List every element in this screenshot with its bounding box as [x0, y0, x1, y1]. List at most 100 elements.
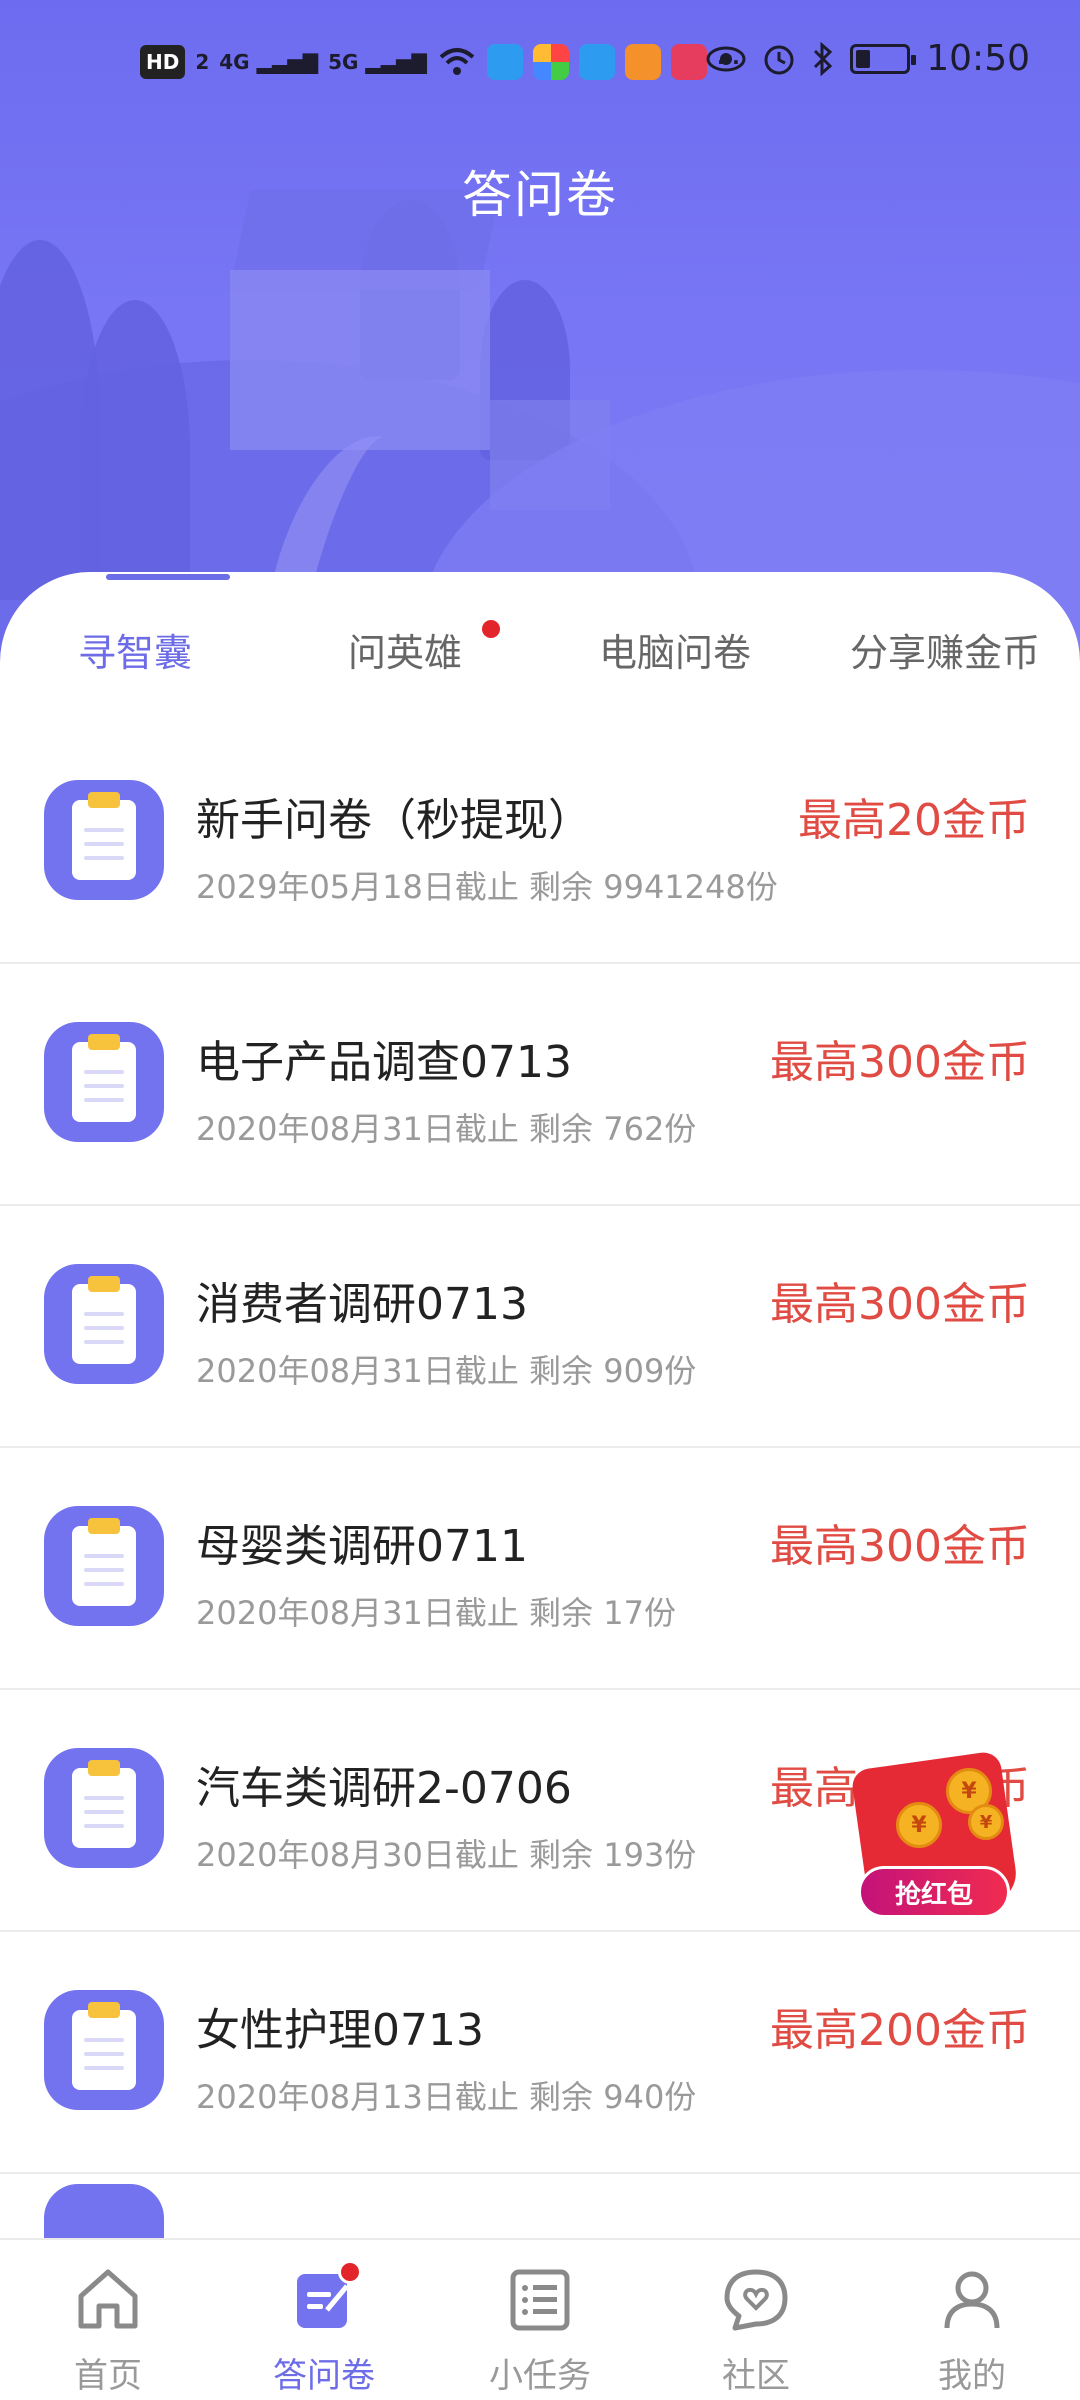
- clipboard-line: [84, 1810, 124, 1814]
- tab-label: 问英雄: [347, 631, 462, 675]
- clipboard-line: [84, 1568, 124, 1572]
- tab-label: 分享赚金币: [849, 631, 1040, 675]
- status-bar: HD 2 4G ▂▃▅▇ 5G ▂▃▅▇ ··· 10:50: [0, 0, 1080, 130]
- community-heart-icon: [724, 2269, 788, 2331]
- clipboard-line: [84, 1340, 124, 1344]
- clipboard-line: [84, 1824, 124, 1828]
- clipboard-line: [84, 1098, 124, 1102]
- alarm-icon: [764, 45, 794, 74]
- clipboard-paper: [72, 1526, 136, 1606]
- nav-tasks[interactable]: 小任务: [432, 2240, 648, 2400]
- bottom-navigation: 首页 答问卷 小任务 社区 我的: [0, 2238, 1080, 2400]
- signal-5g-icon: 5G ▂▃▅▇: [328, 50, 427, 74]
- clipboard-line: [84, 2038, 124, 2042]
- house-illustration: [230, 270, 490, 450]
- survey-list-item[interactable]: 电子产品调查0713 2020年08月31日截止 剩余 762份 最高300金币: [0, 964, 1080, 1206]
- clipboard-clip: [88, 1760, 120, 1776]
- survey-title: 电子产品调查0713: [196, 1037, 572, 1088]
- tab-label: 电脑问卷: [598, 631, 751, 675]
- nav-profile[interactable]: 我的: [864, 2240, 1080, 2400]
- tab-diannao-wenjuan[interactable]: 电脑问卷: [540, 572, 810, 692]
- eye-icon: [706, 46, 746, 71]
- survey-title: 消费者调研0713: [196, 1279, 528, 1330]
- survey-title: 新手问卷（秒提现）: [196, 795, 592, 846]
- status-time: 10:50: [926, 38, 1030, 79]
- clipboard-line: [84, 1070, 124, 1074]
- clipboard-line: [84, 2052, 124, 2056]
- nav-label: 首页: [74, 2356, 142, 2396]
- nav-label: 我的: [938, 2356, 1006, 2396]
- nav-label: 社区: [722, 2356, 790, 2396]
- battery-icon: [850, 43, 917, 74]
- tab-wenyingxiong[interactable]: 问英雄: [270, 572, 540, 692]
- app-notification-icon: [486, 44, 523, 80]
- bluetooth-icon: [814, 41, 833, 76]
- clipboard-line: [84, 828, 124, 832]
- nav-badge: [338, 2260, 362, 2284]
- clipboard-clip: [88, 2002, 120, 2018]
- survey-title: 女性护理0713: [196, 2005, 484, 2056]
- signal-4g-icon: 4G ▂▃▅▇: [219, 50, 319, 74]
- clipboard-clip: [88, 1276, 120, 1292]
- coin-icon: ¥: [968, 1804, 1004, 1840]
- clipboard-line: [84, 1312, 124, 1316]
- clipboard-paper: [72, 1042, 136, 1122]
- hd-indicator: HD: [140, 45, 186, 79]
- app-screen: HD 2 4G ▂▃▅▇ 5G ▂▃▅▇ ··· 10:50 答问卷: [0, 0, 1080, 2400]
- clipboard-icon: [44, 1990, 164, 2110]
- survey-list-item-partial[interactable]: [0, 2174, 1080, 2244]
- clipboard-icon: [44, 1264, 164, 1384]
- status-bar-right: 10:50: [706, 38, 1030, 79]
- nav-survey[interactable]: 答问卷: [216, 2240, 432, 2400]
- home-icon: [78, 2269, 138, 2329]
- clipboard-icon: [44, 1022, 164, 1142]
- survey-list-item[interactable]: 新手问卷（秒提现） 2029年05月18日截止 剩余 9941248份 最高20…: [0, 722, 1080, 964]
- survey-title: 汽车类调研2-0706: [196, 1763, 572, 1814]
- coin-icon: ¥: [896, 1802, 942, 1848]
- video-app-icon: [624, 44, 661, 80]
- survey-deadline-remaining: 2020年08月31日截止 剩余 909份: [196, 1352, 697, 1390]
- survey-title: 母婴类调研0711: [196, 1521, 528, 1572]
- red-packet-label: 抢红包: [858, 1866, 1010, 1918]
- clipboard-paper: [72, 1768, 136, 1848]
- profile-icon: [944, 2271, 1000, 2329]
- tab-label: 寻智囊: [77, 631, 192, 675]
- tab-xunzhinang[interactable]: 寻智囊: [0, 572, 270, 692]
- nav-community[interactable]: 社区: [648, 2240, 864, 2400]
- survey-reward: 最高300金币: [770, 1279, 1030, 1330]
- clipboard-paper: [72, 1284, 136, 1364]
- nav-label: 答问卷: [273, 2356, 375, 2396]
- clipboard-line: [84, 856, 124, 860]
- nav-label: 小任务: [489, 2356, 591, 2396]
- task-list-icon: [510, 2269, 570, 2331]
- clipboard-line: [84, 1796, 124, 1800]
- tab-new-badge: [482, 620, 500, 638]
- app-notification-icon: [670, 44, 707, 80]
- category-tabs: 寻智囊 问英雄 电脑问卷 分享赚金币: [0, 572, 1080, 692]
- clipboard-icon: [44, 1748, 164, 1868]
- survey-deadline-remaining: 2020年08月13日截止 剩余 940份: [196, 2078, 697, 2116]
- survey-deadline-remaining: 2020年08月31日截止 剩余 762份: [196, 1110, 697, 1148]
- wifi-icon: [439, 48, 475, 75]
- clipboard-paper: [72, 2010, 136, 2090]
- survey-reward: 最高300金币: [770, 1037, 1030, 1088]
- survey-list: 新手问卷（秒提现） 2029年05月18日截止 剩余 9941248份 最高20…: [0, 722, 1080, 2244]
- survey-list-item[interactable]: 女性护理0713 2020年08月13日截止 剩余 940份 最高200金币: [0, 1932, 1080, 2174]
- survey-list-item[interactable]: 母婴类调研0711 2020年08月31日截止 剩余 17份 最高300金币: [0, 1448, 1080, 1690]
- clipboard-paper: [72, 800, 136, 880]
- sim-indicator: 2: [195, 50, 210, 74]
- nav-home[interactable]: 首页: [0, 2240, 216, 2400]
- clipboard-clip: [88, 1034, 120, 1050]
- clipboard-line: [84, 1326, 124, 1330]
- clipboard-line: [84, 842, 124, 846]
- survey-deadline-remaining: 2020年08月30日截止 剩余 193份: [196, 1836, 697, 1874]
- tab-fenxiang-zhuan-jinbi[interactable]: 分享赚金币: [810, 572, 1080, 692]
- survey-list-item[interactable]: 消费者调研0713 2020年08月31日截止 剩余 909份 最高300金币: [0, 1206, 1080, 1448]
- survey-deadline-remaining: 2029年05月18日截止 剩余 9941248份: [196, 868, 778, 906]
- clipboard-line: [84, 1582, 124, 1586]
- clipboard-line: [84, 1554, 124, 1558]
- survey-deadline-remaining: 2020年08月31日截止 剩余 17份: [196, 1594, 676, 1632]
- clipboard-clip: [88, 792, 120, 808]
- grab-red-packet-button[interactable]: ¥ ¥ ¥ 抢红包: [850, 1748, 1020, 1928]
- app-notification-icon: [578, 44, 615, 80]
